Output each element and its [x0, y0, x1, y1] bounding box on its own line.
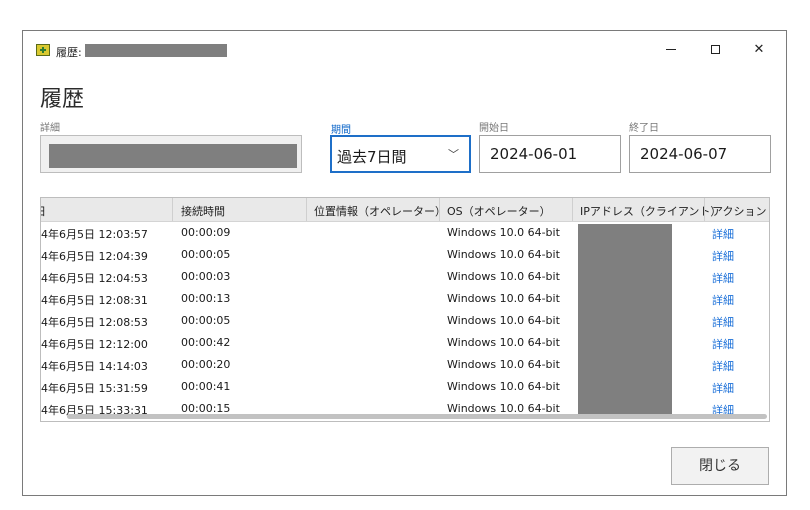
column-divider[interactable] [306, 198, 307, 221]
cell-date: 4年6月5日 12:04:53 [41, 272, 148, 285]
start-date-input[interactable]: 2024-06-01 [479, 135, 621, 173]
close-icon: ✕ [753, 42, 765, 57]
cell-duration: 00:00:09 [181, 226, 231, 239]
column-divider[interactable] [704, 198, 705, 221]
close-button[interactable]: 閉じる [671, 447, 769, 485]
detail-link[interactable]: 詳細 [712, 270, 734, 286]
column-header-os[interactable]: OS（オペレーター） [447, 203, 551, 219]
detail-link[interactable]: 詳細 [712, 380, 734, 396]
history-table[interactable]: 日 接続時間 位置情報（オペレーター） OS（オペレーター） IPアドレス（クラ… [40, 197, 770, 422]
horizontal-scrollbar[interactable] [67, 414, 767, 419]
detail-link[interactable]: 詳細 [712, 358, 734, 374]
detail-link[interactable]: 詳細 [712, 336, 734, 352]
cell-duration: 00:00:13 [181, 292, 231, 305]
cell-os: Windows 10.0 64-bit [447, 270, 560, 283]
cell-os: Windows 10.0 64-bit [447, 248, 560, 261]
table-header: 日 接続時間 位置情報（オペレーター） OS（オペレーター） IPアドレス（クラ… [41, 198, 769, 222]
cell-os: Windows 10.0 64-bit [447, 380, 560, 393]
cell-date: 4年6月5日 12:12:00 [41, 338, 148, 351]
chevron-down-icon: ﹀ [448, 148, 459, 161]
cell-date: 4年6月5日 12:08:31 [41, 294, 148, 307]
cell-os: Windows 10.0 64-bit [447, 358, 560, 371]
cell-duration: 00:00:41 [181, 380, 231, 393]
column-divider[interactable] [572, 198, 573, 221]
cell-os: Windows 10.0 64-bit [447, 336, 560, 349]
detail-link[interactable]: 詳細 [712, 314, 734, 330]
maximize-button[interactable] [701, 38, 729, 62]
column-header-duration[interactable]: 接続時間 [181, 203, 225, 219]
cell-date: 4年6月5日 14:14:03 [41, 360, 148, 373]
cell-date: 4年6月5日 12:08:53 [41, 316, 148, 329]
column-header-date[interactable]: 日 [41, 203, 46, 219]
cell-duration: 00:00:05 [181, 314, 231, 327]
detail-link[interactable]: 詳細 [712, 248, 734, 264]
redacted-ip-column [578, 224, 672, 414]
end-date-input[interactable]: 2024-06-07 [629, 135, 771, 173]
cell-duration: 00:00:03 [181, 270, 231, 283]
cell-duration: 00:00:05 [181, 248, 231, 261]
column-header-location[interactable]: 位置情報（オペレーター） [314, 203, 446, 219]
period-label: 期間 [331, 125, 351, 136]
cell-date: 4年6月5日 12:04:39 [41, 250, 148, 263]
cell-os: Windows 10.0 64-bit [447, 314, 560, 327]
column-header-action[interactable]: アクション [712, 203, 766, 219]
period-value: 過去7日間 [337, 148, 407, 166]
window-title: 履歴: [56, 46, 82, 59]
end-date-value: 2024-06-07 [640, 145, 728, 163]
cell-os: Windows 10.0 64-bit [447, 226, 560, 239]
period-select[interactable]: 過去7日間 ﹀ [330, 135, 471, 173]
detail-field [40, 135, 302, 173]
minimize-button[interactable] [657, 38, 685, 62]
cell-date: 4年6月5日 12:03:57 [41, 228, 148, 241]
cell-os: Windows 10.0 64-bit [447, 292, 560, 305]
end-date-label: 終了日 [629, 123, 659, 134]
column-divider[interactable] [172, 198, 173, 221]
cell-date: 4年6月5日 15:31:59 [41, 382, 148, 395]
minimize-icon [666, 49, 676, 50]
start-date-label: 開始日 [479, 123, 509, 134]
column-header-ip[interactable]: IPアドレス（クライアント） [580, 203, 721, 219]
redacted-title [85, 44, 227, 57]
maximize-icon [710, 45, 720, 54]
start-date-value: 2024-06-01 [490, 145, 578, 163]
page-title: 履歴 [40, 87, 85, 112]
app-icon [36, 44, 50, 56]
detail-link[interactable]: 詳細 [712, 226, 734, 242]
redacted-detail [49, 144, 297, 168]
title-bar[interactable]: 履歴: ✕ [23, 31, 786, 67]
close-window-button[interactable]: ✕ [745, 38, 773, 62]
cell-duration: 00:00:20 [181, 358, 231, 371]
column-divider[interactable] [439, 198, 440, 221]
history-window: 履歴: ✕ 履歴 詳細 期間 過去7日間 ﹀ 開始日 2024-06-01 終了… [22, 30, 787, 496]
cell-duration: 00:00:42 [181, 336, 231, 349]
detail-label: 詳細 [40, 123, 60, 134]
detail-link[interactable]: 詳細 [712, 292, 734, 308]
